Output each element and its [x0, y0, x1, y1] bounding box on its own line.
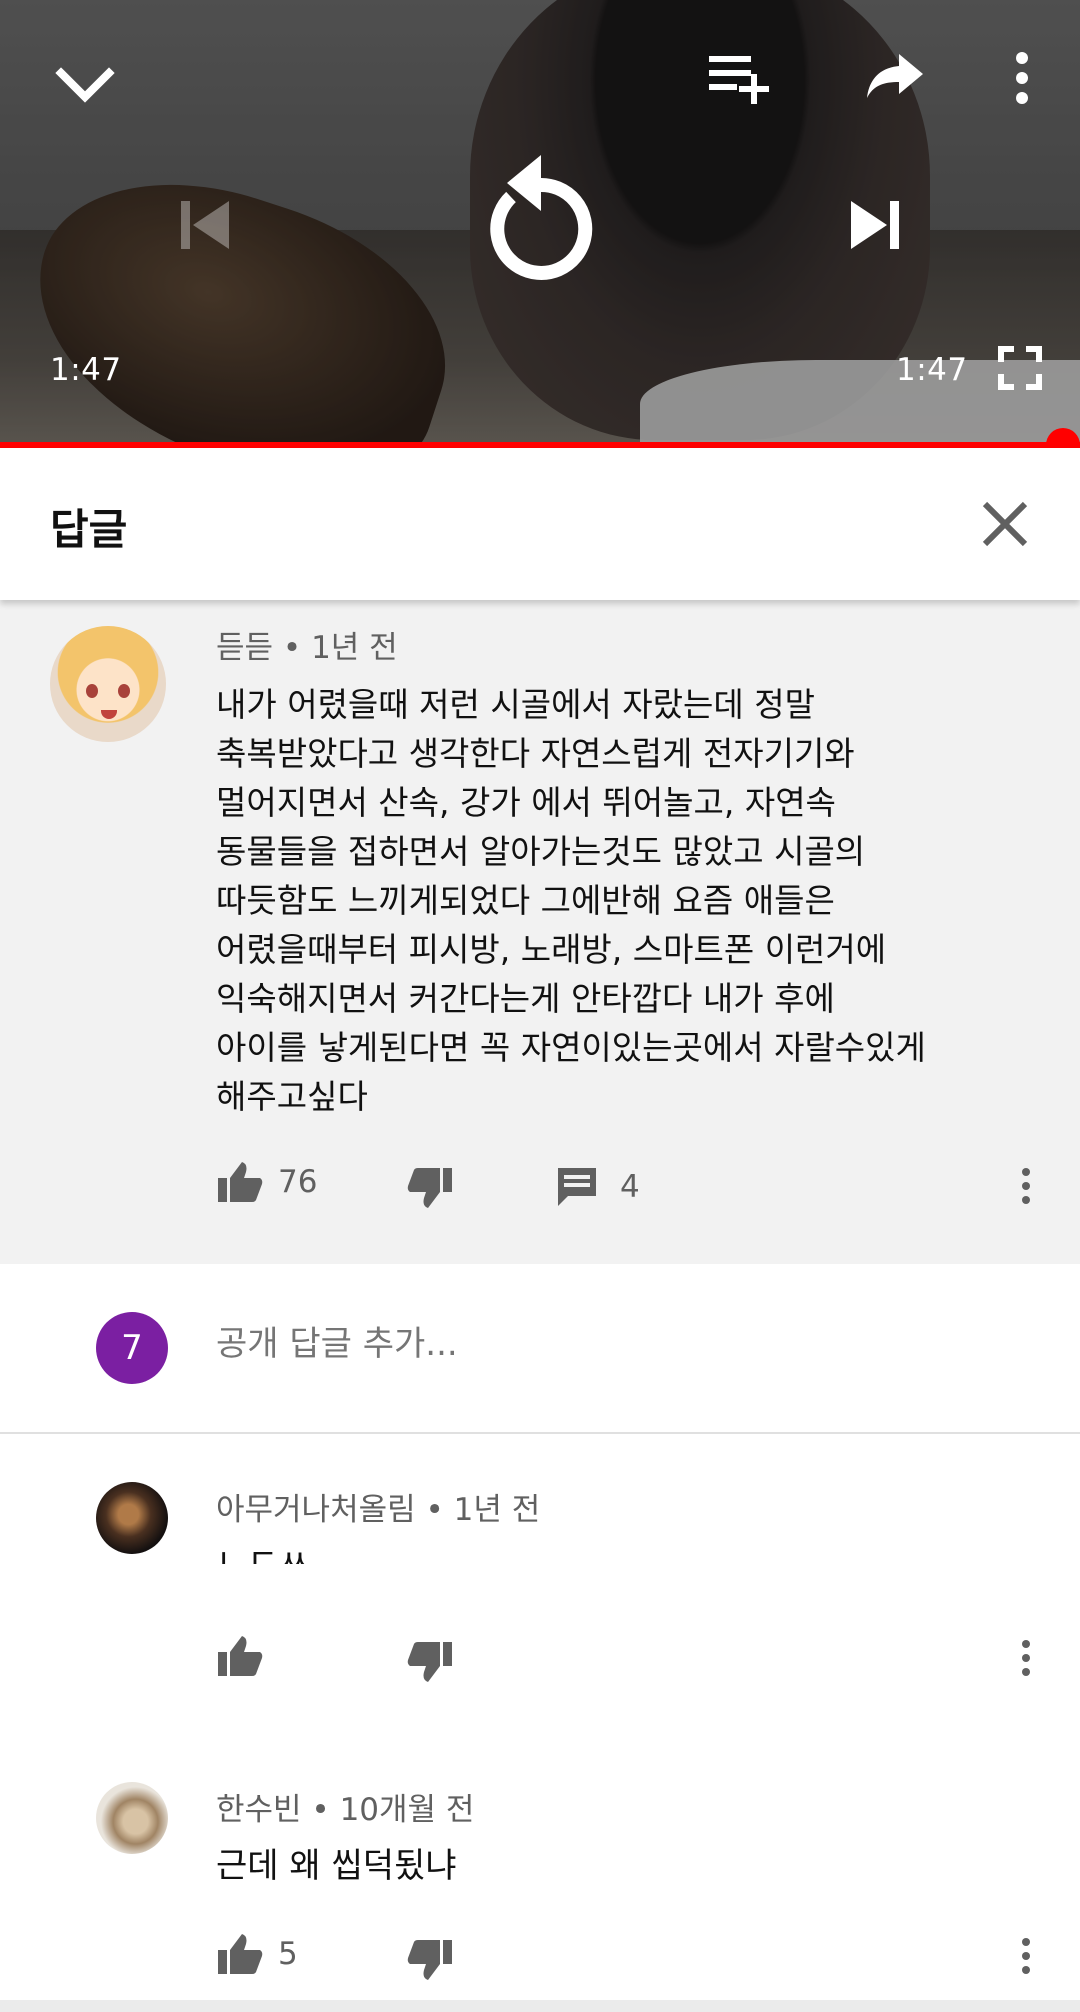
- reply-text: ㄴㄷㅆ: [216, 1542, 310, 1564]
- like-button[interactable]: [216, 1634, 264, 1678]
- current-time: 1:47: [50, 352, 122, 388]
- thumb-down-icon: [407, 1940, 452, 1980]
- user-avatar[interactable]: 7: [96, 1312, 168, 1384]
- reply-meta: 한수빈 • 10개월 전: [216, 1792, 475, 1828]
- more-vert-icon[interactable]: [1016, 1938, 1036, 1980]
- duration: 1:47: [896, 352, 968, 388]
- more-vert-icon[interactable]: [1016, 1168, 1036, 1210]
- comment-age: 1년 전: [311, 630, 398, 666]
- like-count: 5: [278, 1936, 298, 1972]
- thumb-down-icon: [407, 1168, 452, 1208]
- reply-count: 4: [620, 1169, 640, 1205]
- thumb-up-icon: [218, 1934, 263, 1974]
- reply-age: 1년 전: [453, 1492, 541, 1528]
- avatar[interactable]: [96, 1482, 168, 1554]
- reply-author[interactable]: 한수빈: [216, 1792, 302, 1828]
- more-vert-icon[interactable]: [1016, 1640, 1036, 1682]
- comment-icon: [558, 1168, 596, 1206]
- fullscreen-icon[interactable]: [996, 344, 1044, 392]
- playlist-add-icon[interactable]: [700, 48, 780, 108]
- dislike-button[interactable]: [406, 1166, 454, 1210]
- close-icon[interactable]: [975, 494, 1035, 554]
- like-count: 76: [278, 1164, 318, 1200]
- thumb-up-icon: [218, 1162, 263, 1202]
- video-player[interactable]: 1:47 1:47: [0, 0, 1080, 445]
- separator: •: [282, 630, 302, 666]
- share-icon[interactable]: [860, 46, 930, 106]
- skip-next-icon[interactable]: [840, 190, 910, 260]
- dislike-button[interactable]: [406, 1640, 454, 1684]
- like-button[interactable]: 76: [216, 1160, 317, 1204]
- avatar[interactable]: [50, 626, 166, 742]
- reply-item: 아무거나처올림 • 1년 전 ㄴㄷㅆ: [0, 1434, 1080, 1754]
- more-vert-icon[interactable]: [1004, 48, 1040, 108]
- skip-previous-icon: [170, 190, 240, 260]
- thumb-down-icon: [407, 1642, 452, 1682]
- thumb-up-icon: [218, 1636, 263, 1676]
- chevron-down-icon[interactable]: [50, 50, 120, 120]
- dislike-button[interactable]: [406, 1938, 454, 1982]
- reply-item: 한수빈 • 10개월 전 근데 왜 씹덕됬냐 5: [0, 1754, 1080, 2000]
- add-reply-bar: 7: [0, 1264, 1080, 1434]
- reply-author[interactable]: 아무거나처올림: [216, 1492, 416, 1528]
- replies-title: 답글: [50, 505, 128, 554]
- comment-text: 내가 어렸을때 저런 시골에서 자랐는데 정말 축복받았다고 생각한다 자연스럽…: [216, 685, 926, 1116]
- reply-meta: 아무거나처올림 • 1년 전: [216, 1492, 541, 1528]
- avatar[interactable]: [96, 1782, 168, 1854]
- reply-input[interactable]: [216, 1324, 1016, 1364]
- replay-icon[interactable]: [474, 140, 604, 290]
- like-button[interactable]: 5: [216, 1932, 298, 1976]
- reply-button[interactable]: 4: [556, 1166, 640, 1208]
- reply-text: 근데 왜 씹덕됬냐: [216, 1846, 457, 1886]
- comment-author[interactable]: 듣듣: [216, 630, 273, 666]
- replies-header: 답글: [0, 448, 1080, 600]
- parent-comment: 듣듣 • 1년 전 내가 어렸을때 저런 시골에서 자랐는데 정말 축복받았다고…: [0, 600, 1080, 1264]
- comment-meta: 듣듣 • 1년 전: [216, 622, 398, 667]
- reply-age: 10개월 전: [339, 1792, 475, 1828]
